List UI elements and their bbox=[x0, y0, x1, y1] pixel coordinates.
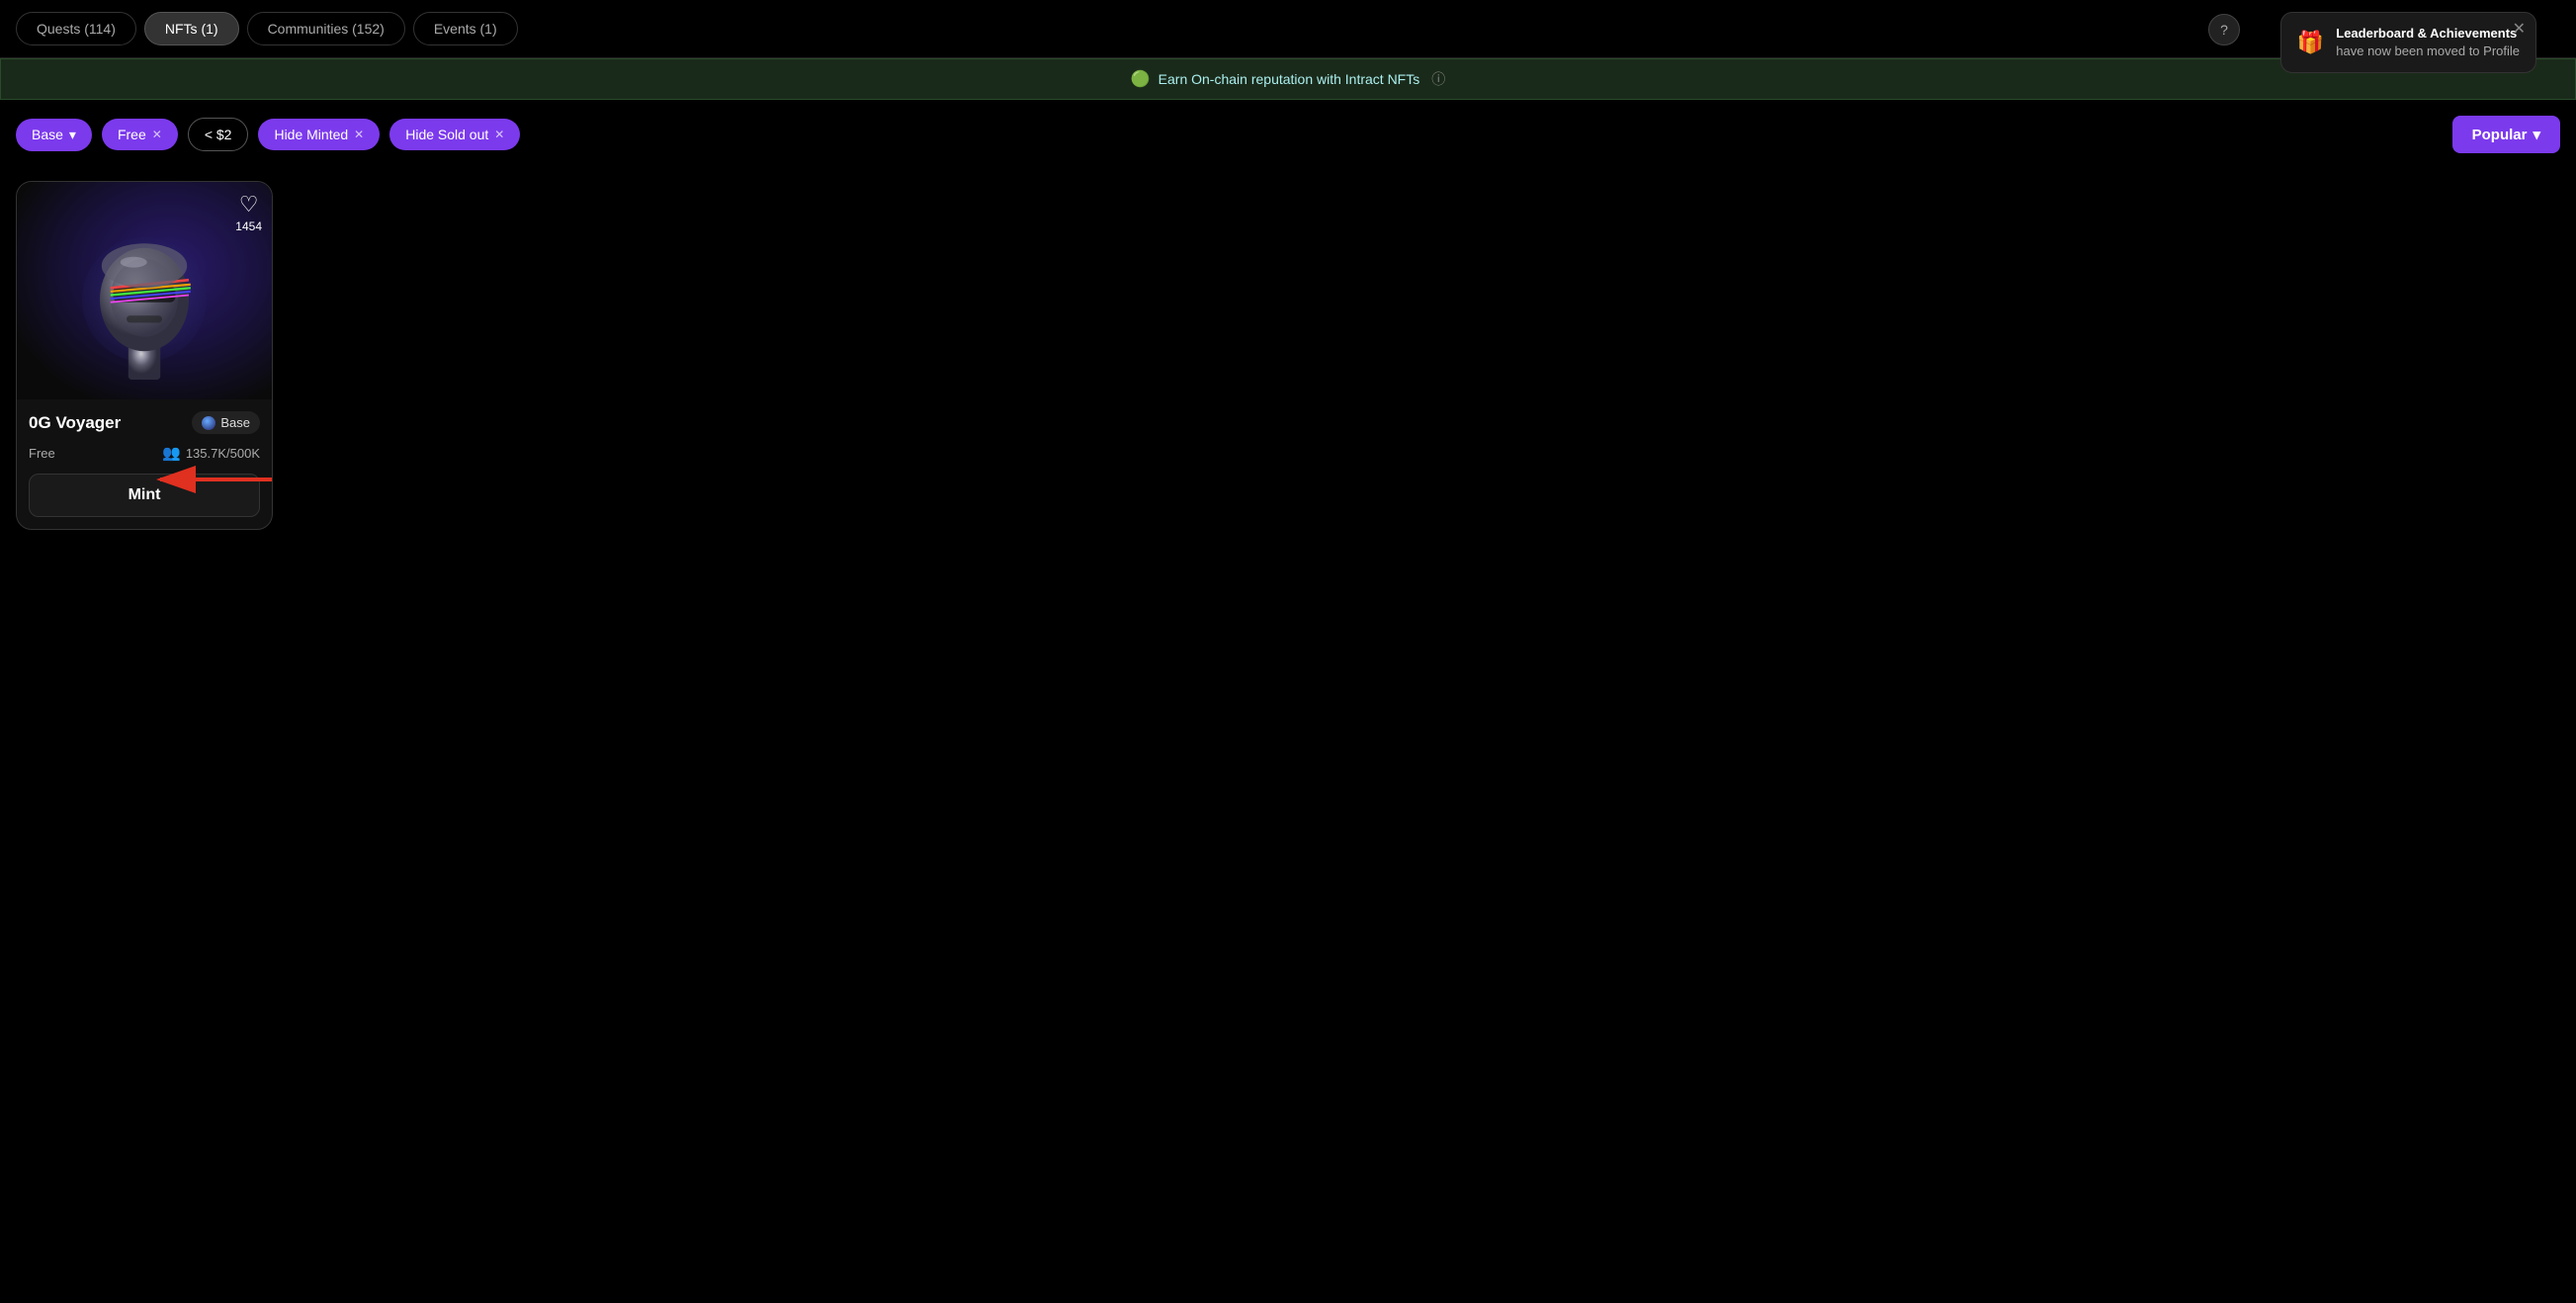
filter-hide-soldout[interactable]: Hide Sold out ✕ bbox=[389, 119, 520, 150]
filter-hide-minted[interactable]: Hide Minted ✕ bbox=[258, 119, 380, 150]
filter-base-arrow: ▾ bbox=[69, 127, 76, 143]
mint-count: 👥 135.7K/500K bbox=[162, 444, 260, 462]
filter-base[interactable]: Base ▾ bbox=[16, 119, 92, 151]
filter-free-label: Free bbox=[118, 127, 146, 142]
notif-icon: 🎁 bbox=[2297, 30, 2324, 55]
heart-icon: ♡ bbox=[239, 192, 259, 217]
notif-close-button[interactable]: ✕ bbox=[2513, 19, 2526, 39]
nft-grid: ♡ 1454 0G Voyager Base Free 👥 135.7K/500… bbox=[0, 169, 2576, 542]
sort-button[interactable]: Popular ▾ bbox=[2452, 116, 2560, 153]
tab-quests[interactable]: Quests (114) bbox=[16, 12, 136, 45]
top-right-icons: ? bbox=[2208, 14, 2240, 45]
mint-count-value: 135.7K/500K bbox=[186, 446, 260, 461]
sort-label: Popular bbox=[2472, 127, 2528, 143]
filter-hide-soldout-label: Hide Sold out bbox=[405, 127, 488, 142]
banner-info-icon[interactable]: ⓘ bbox=[1431, 69, 1445, 89]
filter-price-label: < $2 bbox=[205, 127, 232, 142]
nft-card-body: 0G Voyager Base Free 👥 135.7K/500K Mint bbox=[17, 399, 272, 529]
banner-icon: 🟢 bbox=[1131, 69, 1151, 89]
nft-price: Free bbox=[29, 446, 55, 461]
question-button[interactable]: ? bbox=[2208, 14, 2240, 45]
tab-events[interactable]: Events (1) bbox=[413, 12, 518, 45]
tab-nfts[interactable]: NFTs (1) bbox=[144, 12, 239, 45]
notif-text: Leaderboard & Achievements have now been… bbox=[2336, 25, 2520, 60]
chain-label: Base bbox=[220, 415, 250, 430]
nft-card-image bbox=[17, 182, 272, 399]
filter-price[interactable]: < $2 bbox=[188, 118, 249, 151]
tab-communities[interactable]: Communities (152) bbox=[247, 12, 405, 45]
filter-hide-soldout-remove[interactable]: ✕ bbox=[494, 128, 504, 141]
nft-name: 0G Voyager bbox=[29, 413, 121, 433]
filter-hide-minted-label: Hide Minted bbox=[274, 127, 348, 142]
nft-name-row: 0G Voyager Base bbox=[29, 411, 260, 434]
heart-button[interactable]: ♡ 1454 bbox=[235, 192, 262, 233]
earn-reputation-banner: 🟢 Earn On-chain reputation with Intract … bbox=[0, 58, 2576, 100]
nft-card-artwork bbox=[55, 202, 233, 380]
notif-subtitle: have now been moved to Profile bbox=[2336, 43, 2520, 60]
filter-bar: Base ▾ Free ✕ < $2 Hide Minted ✕ Hide So… bbox=[0, 100, 2576, 169]
filter-free-remove[interactable]: ✕ bbox=[152, 128, 162, 141]
sort-arrow: ▾ bbox=[2533, 126, 2540, 143]
chain-icon bbox=[202, 416, 215, 430]
chain-badge: Base bbox=[192, 411, 260, 434]
notif-title: Leaderboard & Achievements bbox=[2336, 25, 2520, 43]
banner-text: Earn On-chain reputation with Intract NF… bbox=[1159, 71, 1420, 87]
filter-base-label: Base bbox=[32, 127, 63, 142]
notification-widget: 🎁 Leaderboard & Achievements have now be… bbox=[2280, 12, 2536, 73]
nft-card-0g-voyager: ♡ 1454 0G Voyager Base Free 👥 135.7K/500… bbox=[16, 181, 273, 530]
tab-bar: Quests (114) NFTs (1) Communities (152) … bbox=[0, 0, 2576, 58]
heart-count: 1454 bbox=[235, 219, 262, 233]
nft-meta-row: Free 👥 135.7K/500K bbox=[29, 444, 260, 462]
filter-free[interactable]: Free ✕ bbox=[102, 119, 178, 150]
mint-button[interactable]: Mint bbox=[29, 474, 260, 517]
nft-card-image-wrap: ♡ 1454 bbox=[17, 182, 272, 399]
filter-hide-minted-remove[interactable]: ✕ bbox=[354, 128, 364, 141]
people-icon: 👥 bbox=[162, 444, 181, 462]
